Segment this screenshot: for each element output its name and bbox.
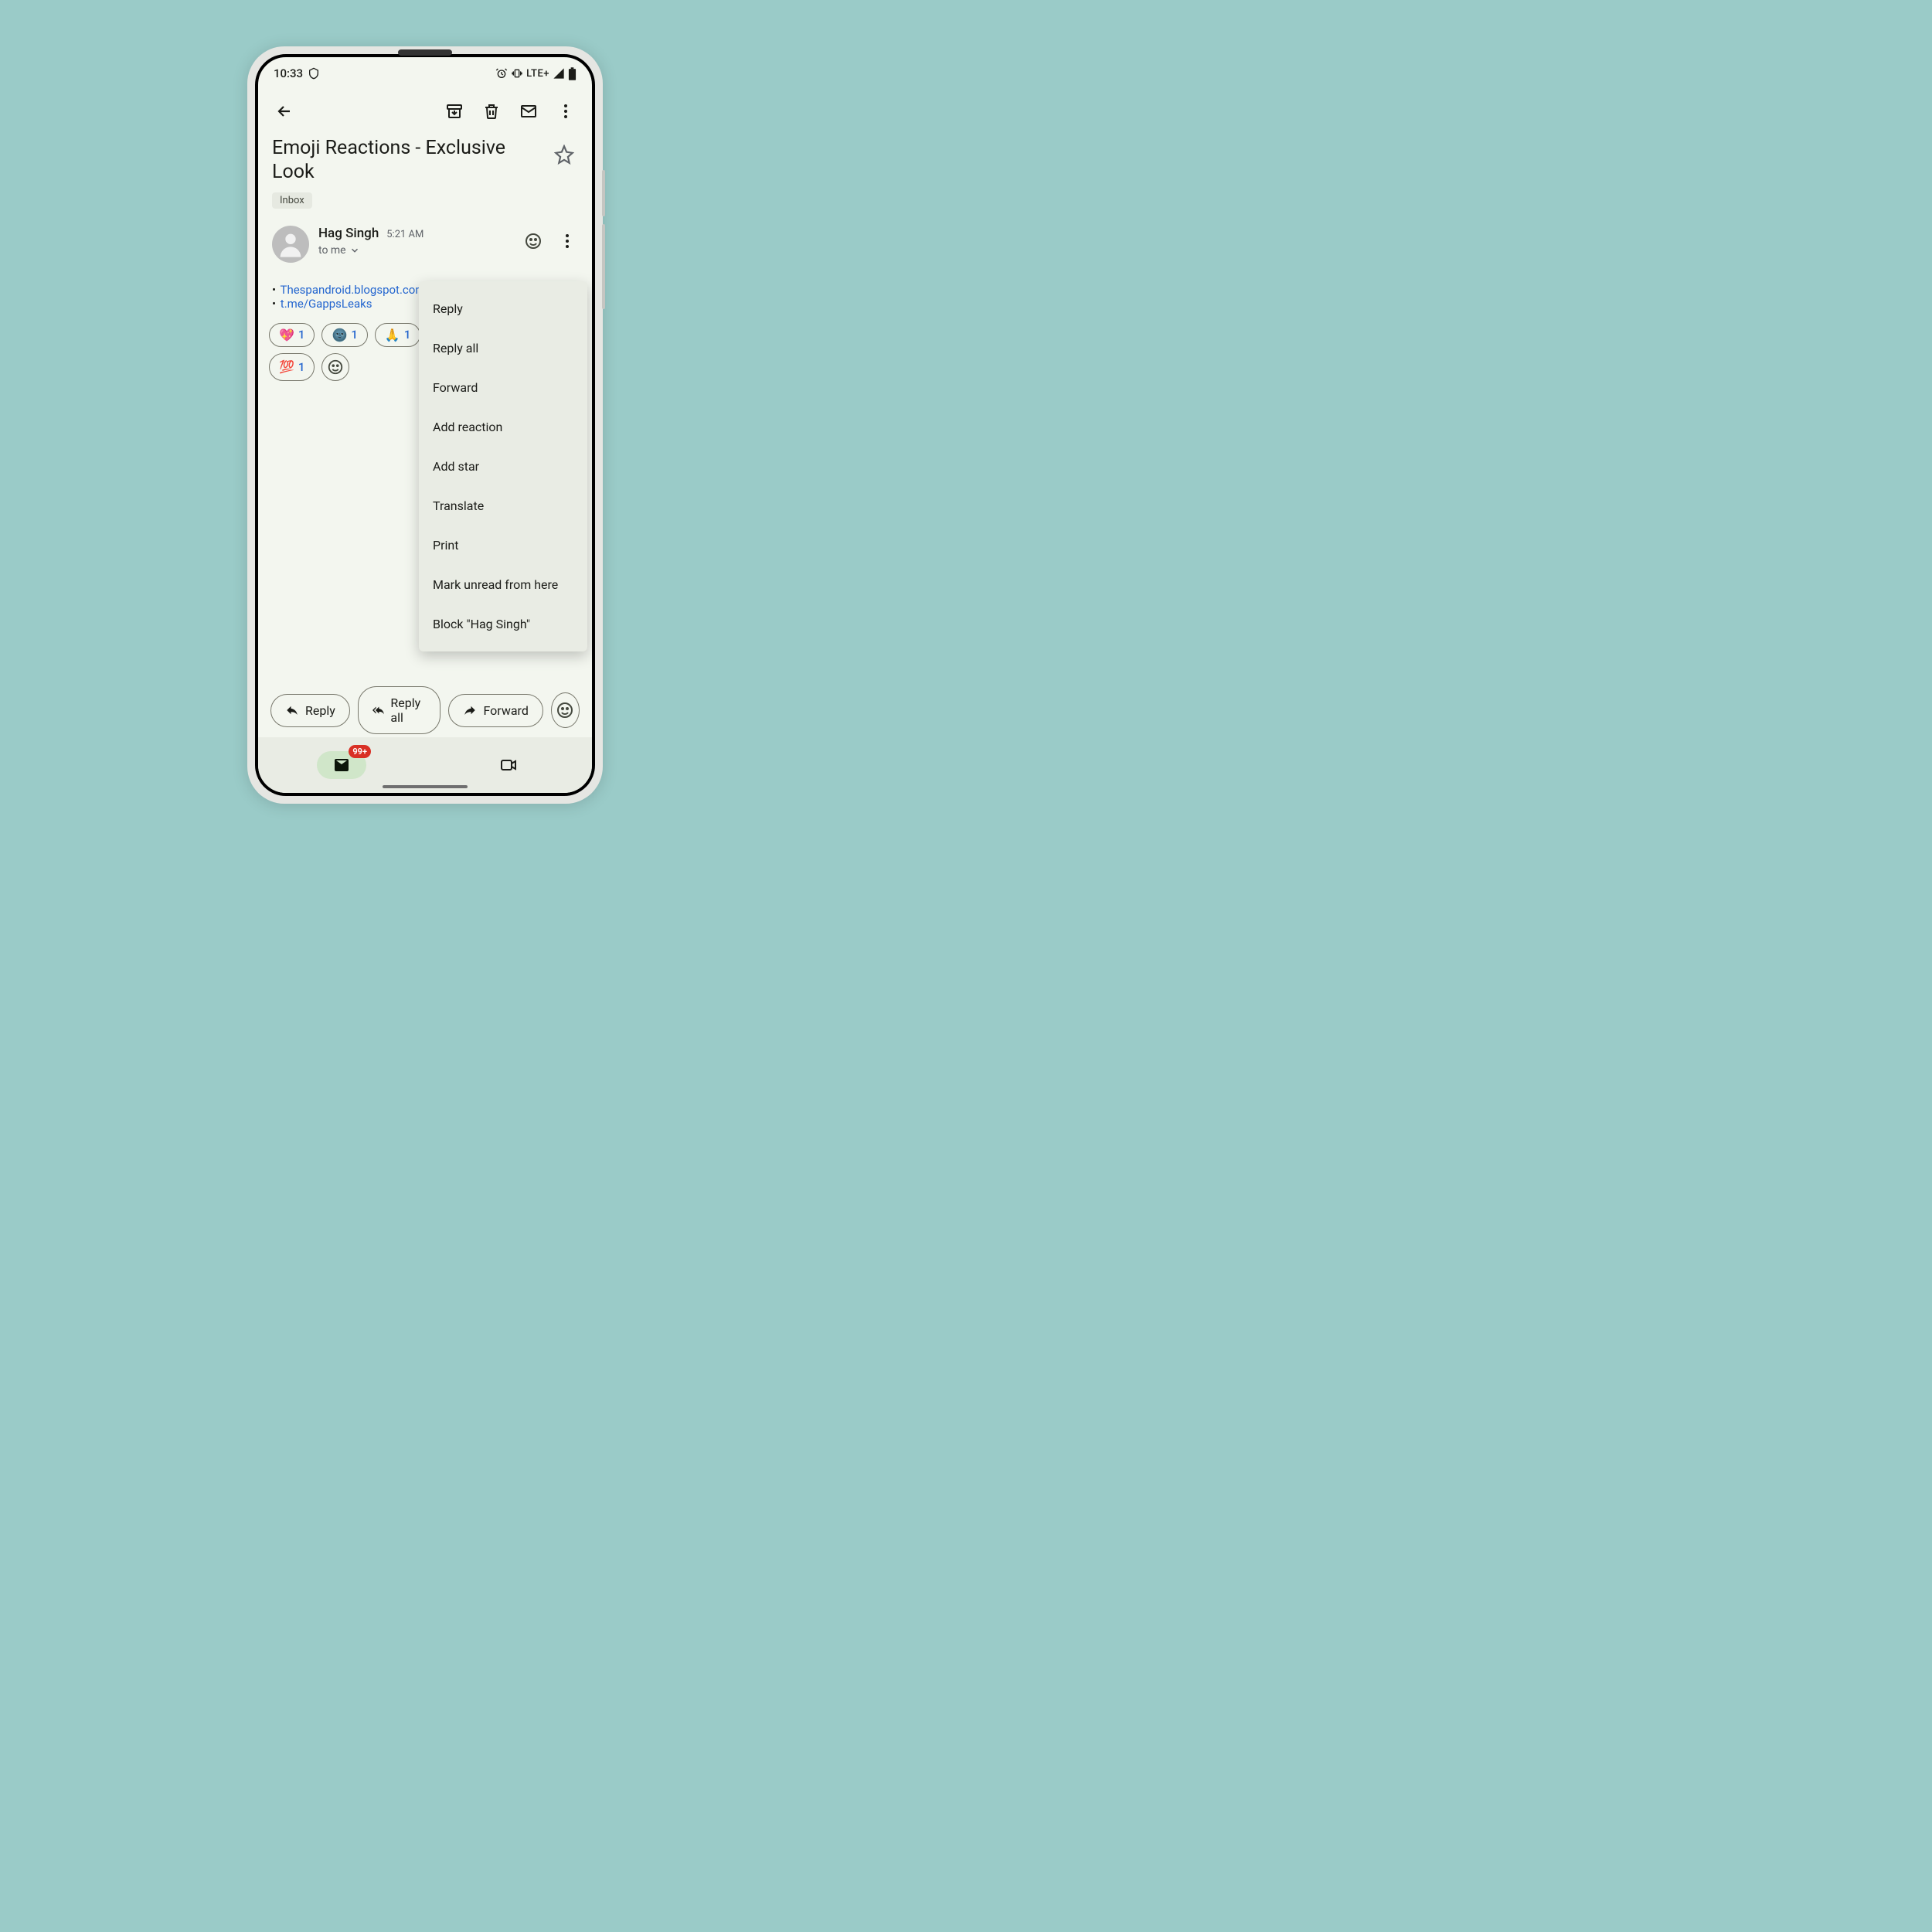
vibrate-icon <box>511 67 523 80</box>
shield-icon <box>308 67 320 80</box>
reply-all-button[interactable]: Reply all <box>358 686 441 734</box>
add-reaction-button[interactable] <box>321 353 349 381</box>
menu-block[interactable]: Block "Hag Singh" <box>419 604 587 644</box>
side-button <box>602 224 605 309</box>
sender-time: 5:21 AM <box>386 229 423 240</box>
reaction-count: 1 <box>298 328 305 342</box>
battery-icon <box>568 67 577 80</box>
reaction-count: 1 <box>351 328 358 342</box>
mail-badge: 99+ <box>349 745 371 758</box>
phone-screen: 10:33 LTE+ <box>255 54 595 796</box>
reaction-emoji: 🙏 <box>385 328 400 342</box>
nav-meet[interactable] <box>484 751 533 779</box>
label-chip[interactable]: Inbox <box>272 192 312 209</box>
sender-name: Hag Singh <box>318 226 379 241</box>
reaction-chip[interactable]: 🌚 1 <box>321 323 367 347</box>
menu-print[interactable]: Print <box>419 526 587 565</box>
delete-button[interactable] <box>476 96 507 127</box>
signal-icon <box>553 67 565 80</box>
reaction-chip[interactable]: 💖 1 <box>269 323 315 347</box>
reply-label: Reply <box>305 703 335 718</box>
network-label: LTE+ <box>526 68 549 80</box>
avatar[interactable] <box>272 226 309 263</box>
mark-unread-button[interactable] <box>513 96 544 127</box>
status-time: 10:33 <box>274 66 303 80</box>
chevron-down-icon <box>349 245 360 256</box>
side-button <box>602 170 605 216</box>
sender-row: Hag Singh 5:21 AM to me <box>258 209 592 269</box>
more-button[interactable] <box>550 96 581 127</box>
phone-speaker <box>398 49 452 56</box>
reaction-round-button[interactable] <box>551 692 580 728</box>
menu-add-reaction[interactable]: Add reaction <box>419 407 587 447</box>
menu-translate[interactable]: Translate <box>419 486 587 526</box>
star-button[interactable] <box>550 141 578 168</box>
menu-mark-unread[interactable]: Mark unread from here <box>419 565 587 604</box>
nav-mail[interactable]: 99+ <box>317 751 366 779</box>
email-subject: Emoji Reactions - Exclusive Look <box>272 136 544 185</box>
context-menu: Reply Reply all Forward Add reaction Add… <box>419 281 587 651</box>
forward-button[interactable]: Forward <box>448 694 543 727</box>
reaction-chip[interactable]: 💯 1 <box>269 353 315 381</box>
bottom-nav: 99+ <box>258 737 592 793</box>
menu-reply-all[interactable]: Reply all <box>419 328 587 368</box>
alarm-icon <box>495 67 508 80</box>
back-button[interactable] <box>269 96 300 127</box>
reaction-emoji: 💖 <box>279 328 294 342</box>
reaction-emoji: 🌚 <box>332 328 347 342</box>
reaction-count: 1 <box>404 328 411 342</box>
react-button[interactable] <box>518 226 549 257</box>
body-link-2[interactable]: t.me/GappsLeaks <box>281 297 372 311</box>
archive-button[interactable] <box>439 96 470 127</box>
body-link-1[interactable]: Thespandroid.blogspot.com <box>281 283 426 297</box>
app-bar <box>258 83 592 134</box>
recipient-label: to me <box>318 244 346 257</box>
message-more-button[interactable] <box>552 226 583 257</box>
reply-all-label: Reply all <box>390 696 426 725</box>
status-bar: 10:33 LTE+ <box>258 57 592 83</box>
reply-bar: Reply Reply all Forward <box>258 686 592 734</box>
reaction-emoji: 💯 <box>279 359 294 374</box>
forward-label: Forward <box>483 703 528 718</box>
menu-forward[interactable]: Forward <box>419 368 587 407</box>
phone-frame: 10:33 LTE+ <box>247 46 603 804</box>
reaction-chip[interactable]: 🙏 1 <box>375 323 420 347</box>
reaction-count: 1 <box>298 360 305 374</box>
reply-button[interactable]: Reply <box>270 694 350 727</box>
menu-reply[interactable]: Reply <box>419 289 587 328</box>
recipient-toggle[interactable]: to me <box>318 244 509 257</box>
menu-add-star[interactable]: Add star <box>419 447 587 486</box>
gesture-handle[interactable] <box>383 785 468 788</box>
subject-row: Emoji Reactions - Exclusive Look <box>258 134 592 188</box>
